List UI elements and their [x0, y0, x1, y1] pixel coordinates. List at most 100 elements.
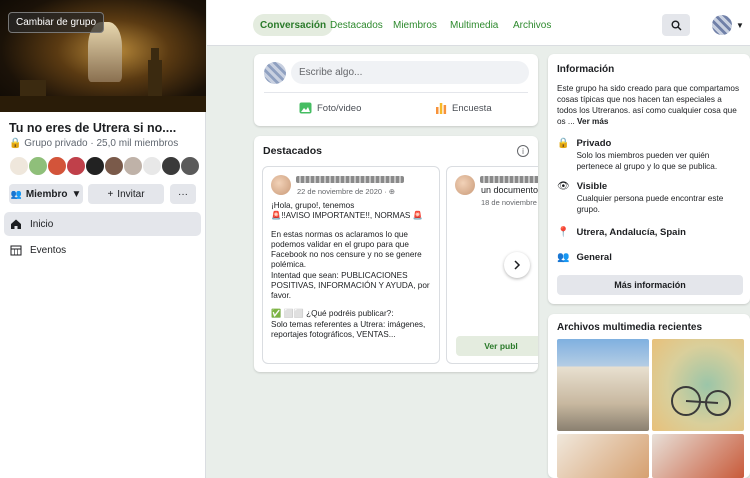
media-thumbnail[interactable] [557, 434, 649, 478]
lock-icon: 🔒 [9, 138, 22, 149]
more-options-button[interactable]: ··· [170, 184, 196, 204]
media-thumbnail[interactable] [652, 434, 744, 478]
tab-conversacion[interactable]: Conversación [253, 14, 334, 36]
group-members-icon: 👥 [10, 188, 22, 199]
category-row: 👥 General [557, 252, 612, 263]
post-author-blurred[interactable] [296, 176, 404, 183]
visibility-title: Visible [576, 181, 608, 192]
member-avatars[interactable] [9, 156, 200, 176]
avatar[interactable] [180, 156, 200, 176]
post-composer: Escribe algo... Foto/video Encuesta [254, 54, 538, 126]
tab-multimedia[interactable]: Multimedia [443, 14, 505, 36]
invite-button[interactable]: + Invitar [88, 184, 164, 204]
change-group-button[interactable]: Cambiar de grupo [8, 12, 105, 33]
info-icon[interactable]: i [517, 145, 529, 157]
caret-down-icon: ▼ [736, 20, 744, 30]
avatar[interactable] [142, 156, 162, 176]
visibility-desc: Cualquier persona puede encontrar este g… [576, 194, 724, 214]
calendar-icon [10, 245, 22, 256]
photo-video-label: Foto/video [317, 102, 362, 114]
post-line: ¡Hola, grupo!, tenemos [271, 201, 355, 210]
poll-button[interactable]: Encuesta [435, 102, 492, 114]
post-date[interactable]: 18 de noviembre [481, 198, 537, 207]
avatar[interactable] [264, 62, 286, 84]
photo-icon [299, 102, 312, 114]
avatar[interactable] [47, 156, 67, 176]
post-input[interactable]: Escribe algo... [291, 61, 529, 84]
group-member-count: 25,0 mil miembros [96, 138, 179, 149]
media-thumbnail[interactable] [557, 339, 649, 431]
privacy-row: 🔒 Privado Solo los miembros pueden ver q… [557, 138, 741, 172]
tab-archivos[interactable]: Archivos [506, 14, 558, 36]
post-line: Intentad que sean: PUBLICACIONES POSITIV… [271, 270, 430, 301]
home-icon [11, 219, 21, 229]
media-title: Archivos multimedia recientes [557, 322, 703, 333]
post-line: Solo temas referentes a Utrera: imágenes… [271, 319, 426, 339]
sidebar-item-inicio[interactable]: Inicio [4, 212, 201, 236]
sidebar-item-label: Eventos [30, 244, 67, 256]
post-date[interactable]: 22 de noviembre de 2020 · ⊕ [297, 187, 395, 196]
group-name[interactable]: Tu no eres de Utrera si no.... [9, 121, 176, 135]
group-tab-bar: Conversación Destacados Miembros Multime… [207, 0, 750, 46]
poll-icon [436, 103, 447, 114]
visibility-row: 👁 Visible Cualquier persona puede encont… [557, 181, 742, 215]
avatar[interactable] [104, 156, 124, 176]
tab-destacados[interactable]: Destacados [323, 14, 390, 36]
member-button-label: Miembro [25, 188, 68, 200]
search-button[interactable] [662, 14, 690, 36]
post-author-blurred[interactable] [480, 176, 538, 183]
invite-button-label: Invitar [117, 188, 145, 200]
search-icon [671, 20, 681, 30]
group-sidebar: Cambiar de grupo Tu no eres de Utrera si… [0, 0, 206, 478]
member-button[interactable]: 👥 Miembro ▼ [9, 184, 83, 204]
featured-section: Destacados i 22 de noviembre de 2020 · ⊕… [254, 136, 538, 372]
group-info-card: Información Este grupo ha sido creado pa… [548, 54, 750, 304]
caret-down-icon: ▼ [71, 188, 82, 200]
post-line: 🚨!!AVISO IMPORTANTE!!, NORMAS 🚨 [271, 211, 423, 221]
privacy-desc: Solo los miembros pueden ver quién perte… [576, 151, 718, 171]
location-text: Utrera, Andalucía, Spain [576, 227, 686, 238]
profile-menu-button[interactable]: ▼ [712, 14, 744, 36]
poll-label: Encuesta [452, 102, 492, 114]
location-row: 📍 Utrera, Andalucía, Spain [557, 227, 686, 238]
group-cover-photo: Cambiar de grupo [0, 0, 206, 112]
location-pin-icon: 📍 [557, 227, 570, 238]
post-subtitle: un documento [481, 185, 538, 195]
avatar [712, 15, 732, 35]
post-text: ¡Hola, grupo!, tenemos 🚨!!AVISO IMPORTAN… [271, 201, 435, 348]
group-meta: 🔒 Grupo privado · 25,0 mil miembros [9, 138, 179, 149]
avatar[interactable] [28, 156, 48, 176]
info-title: Información [557, 64, 615, 75]
recent-media-card: Archivos multimedia recientes [548, 314, 750, 478]
post-line: ✅ ⬜⬜ ¿Qué podréis publicar?: [271, 309, 394, 319]
sidebar-item-eventos[interactable]: Eventos [4, 238, 201, 262]
sidebar-item-label: Inicio [30, 218, 54, 230]
avatar[interactable] [455, 175, 475, 195]
group-privacy: Grupo privado [24, 138, 88, 149]
more-info-button[interactable]: Más información [557, 275, 743, 295]
tab-miembros[interactable]: Miembros [386, 14, 444, 36]
photo-video-button[interactable]: Foto/video [299, 102, 361, 114]
next-arrow-button[interactable] [504, 252, 530, 278]
lock-icon: 🔒 [557, 138, 570, 149]
avatar[interactable] [9, 156, 29, 176]
avatar[interactable] [161, 156, 181, 176]
globe-icon: ⊕ [388, 187, 396, 196]
avatar[interactable] [85, 156, 105, 176]
eye-icon: 👁 [557, 181, 570, 192]
media-thumbnail[interactable] [652, 339, 744, 431]
see-more-link[interactable]: Ver más [577, 117, 608, 126]
avatar[interactable] [271, 175, 291, 195]
view-post-button[interactable]: Ver publ [456, 336, 538, 356]
privacy-title: Privado [576, 138, 612, 149]
group-category-icon: 👥 [557, 252, 570, 263]
avatar[interactable] [123, 156, 143, 176]
chevron-right-icon [514, 260, 521, 270]
featured-title: Destacados [263, 145, 322, 157]
avatar[interactable] [66, 156, 86, 176]
featured-post[interactable]: 22 de noviembre de 2020 · ⊕ ¡Hola, grupo… [262, 166, 440, 364]
divider [264, 92, 528, 93]
info-description: Este grupo ha sido creado para que compa… [557, 83, 743, 127]
post-line: En estas normas os aclaramos lo que pode… [271, 229, 422, 270]
plus-icon: + [107, 188, 114, 200]
